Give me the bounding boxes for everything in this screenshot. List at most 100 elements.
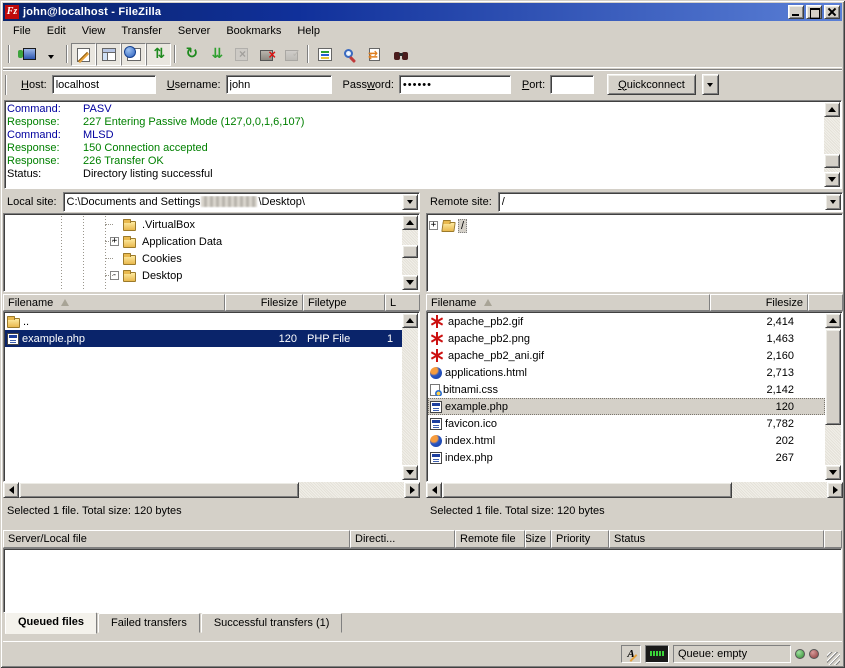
menu-item[interactable]: Bookmarks <box>218 22 289 40</box>
scroll-right-button[interactable] <box>827 482 843 498</box>
toggle-queue-button[interactable] <box>146 43 171 66</box>
local-site-combo[interactable]: C:\Documents and Settings\Desktop\ <box>63 192 420 212</box>
menu-item[interactable]: Transfer <box>113 22 170 40</box>
scroll-left-button[interactable] <box>3 482 19 498</box>
menu-item[interactable]: Help <box>289 22 328 40</box>
local-horizontal-scrollbar[interactable] <box>3 482 420 498</box>
scroll-up-button[interactable] <box>825 313 841 328</box>
tree-expander[interactable]: - <box>110 271 119 280</box>
local-path: C:\Documents and Settings\Desktop\ <box>67 196 305 208</box>
remote-site-combo[interactable]: / <box>498 192 843 212</box>
reconnect-button[interactable] <box>279 43 304 66</box>
title-bar[interactable]: Fz john@localhost - FileZilla <box>3 3 842 21</box>
quickconnect-button[interactable]: Quickconnect <box>607 74 696 95</box>
column-header-priority[interactable]: Priority <box>551 530 609 548</box>
arrow-up-icon <box>406 220 414 225</box>
minimize-button[interactable] <box>788 5 804 19</box>
maximize-button[interactable] <box>806 5 822 19</box>
remote-list-scrollbar[interactable] <box>825 313 841 480</box>
process-queue-button[interactable] <box>204 43 229 66</box>
directory-comparison-button[interactable] <box>337 43 362 66</box>
column-header-last-modified[interactable]: L <box>385 294 420 311</box>
index.html[interactable]: index.html 202 <box>428 432 825 449</box>
tree-item[interactable]: - Desktop <box>4 267 401 284</box>
example.php[interactable]: example.php 120 PHP File 1 <box>5 330 402 347</box>
site-manager-button[interactable] <box>13 43 38 66</box>
column-header-status[interactable]: Status <box>609 530 824 548</box>
column-header-server-local-file[interactable]: Server/Local file <box>3 530 350 548</box>
site-manager-dropdown[interactable] <box>38 43 63 66</box>
menu-item[interactable]: Edit <box>39 22 74 40</box>
host-input[interactable] <box>52 75 156 94</box>
tree-expander[interactable]: + <box>429 221 438 230</box>
menu-item[interactable]: View <box>74 22 114 40</box>
scroll-thumb[interactable] <box>402 245 418 258</box>
column-header-filesize[interactable]: Filesize <box>225 294 303 311</box>
bitnami.css[interactable]: bitnami.css 2,142 <box>428 381 825 398</box>
tree-item[interactable]: Cookies <box>4 250 401 267</box>
remote-horizontal-scrollbar[interactable] <box>426 482 843 498</box>
apache_pb2.gif[interactable]: apache_pb2.gif 2,414 <box>428 313 825 330</box>
synchronized-browsing-button[interactable] <box>362 43 387 66</box>
..[interactable]: .. <box>5 313 402 330</box>
toggle-message-log-button[interactable] <box>71 43 96 66</box>
scroll-up-button[interactable] <box>402 313 418 328</box>
remote-site-dropdown[interactable] <box>825 194 841 210</box>
menu-item[interactable]: File <box>5 22 39 40</box>
tree-item[interactable]: + Application Data <box>4 233 401 250</box>
column-header-size[interactable]: Size <box>525 530 551 548</box>
quickconnect-dropdown[interactable] <box>702 74 719 95</box>
favicon.ico[interactable]: favicon.ico 7,782 <box>428 415 825 432</box>
local-site-dropdown[interactable] <box>402 194 418 210</box>
column-header-remote-file[interactable]: Remote file <box>455 530 525 548</box>
arrow-down-icon <box>406 280 414 285</box>
scroll-thumb[interactable] <box>19 482 299 498</box>
column-header-filename[interactable]: Filename <box>3 294 225 311</box>
index.php[interactable]: index.php 267 <box>428 449 825 466</box>
queue-tab[interactable]: Failed transfers <box>98 613 200 633</box>
queue-tab[interactable]: Successful transfers (1) <box>201 613 343 633</box>
toggle-local-tree-button[interactable] <box>96 43 121 66</box>
apache_pb2_ani.gif[interactable]: apache_pb2_ani.gif 2,160 <box>428 347 825 364</box>
scroll-thumb[interactable] <box>442 482 732 498</box>
column-header-direction[interactable]: Directi... <box>350 530 455 548</box>
disconnect-button[interactable] <box>254 43 279 66</box>
username-input[interactable] <box>226 75 332 94</box>
apache_pb2.png[interactable]: apache_pb2.png 1,463 <box>428 330 825 347</box>
scroll-up-button[interactable] <box>402 215 418 230</box>
tree-item[interactable]: .VirtualBox <box>4 216 401 233</box>
filter-button[interactable] <box>312 43 337 66</box>
menu-item[interactable]: Server <box>170 22 218 40</box>
column-header-filename[interactable]: Filename <box>426 294 710 311</box>
resize-grip[interactable] <box>827 652 840 665</box>
cancel-operation-button[interactable] <box>229 43 254 66</box>
find-files-button[interactable] <box>387 43 412 66</box>
local-list-scrollbar[interactable] <box>402 313 418 480</box>
scroll-down-button[interactable] <box>402 465 418 480</box>
password-input[interactable] <box>399 75 511 94</box>
applications.html[interactable]: applications.html 2,713 <box>428 364 825 381</box>
port-label: Port: <box>522 79 545 91</box>
scroll-left-button[interactable] <box>426 482 442 498</box>
queue-tab[interactable]: Queued files <box>5 612 97 634</box>
toggle-remote-tree-button[interactable] <box>121 43 146 66</box>
refresh-button[interactable] <box>179 43 204 66</box>
scroll-down-button[interactable] <box>825 465 841 480</box>
pane-splitter[interactable] <box>420 191 426 524</box>
scroll-down-button[interactable] <box>402 275 418 290</box>
tree-item[interactable]: + / <box>429 217 840 234</box>
scroll-thumb[interactable] <box>824 154 840 168</box>
local-tree-scrollbar[interactable] <box>402 215 418 290</box>
log-scrollbar[interactable] <box>824 102 840 187</box>
column-header-filetype[interactable]: Filetype <box>303 294 385 311</box>
port-input[interactable] <box>550 75 594 94</box>
scroll-right-button[interactable] <box>404 482 420 498</box>
scroll-up-button[interactable] <box>824 102 840 117</box>
scroll-thumb[interactable] <box>825 329 841 425</box>
close-button[interactable] <box>824 5 840 19</box>
toolbar-icon <box>66 45 68 63</box>
scroll-down-button[interactable] <box>824 172 840 187</box>
example.php[interactable]: example.php 120 <box>428 398 825 415</box>
column-header-filesize[interactable]: Filesize <box>710 294 808 311</box>
tree-expander[interactable]: + <box>110 237 119 246</box>
